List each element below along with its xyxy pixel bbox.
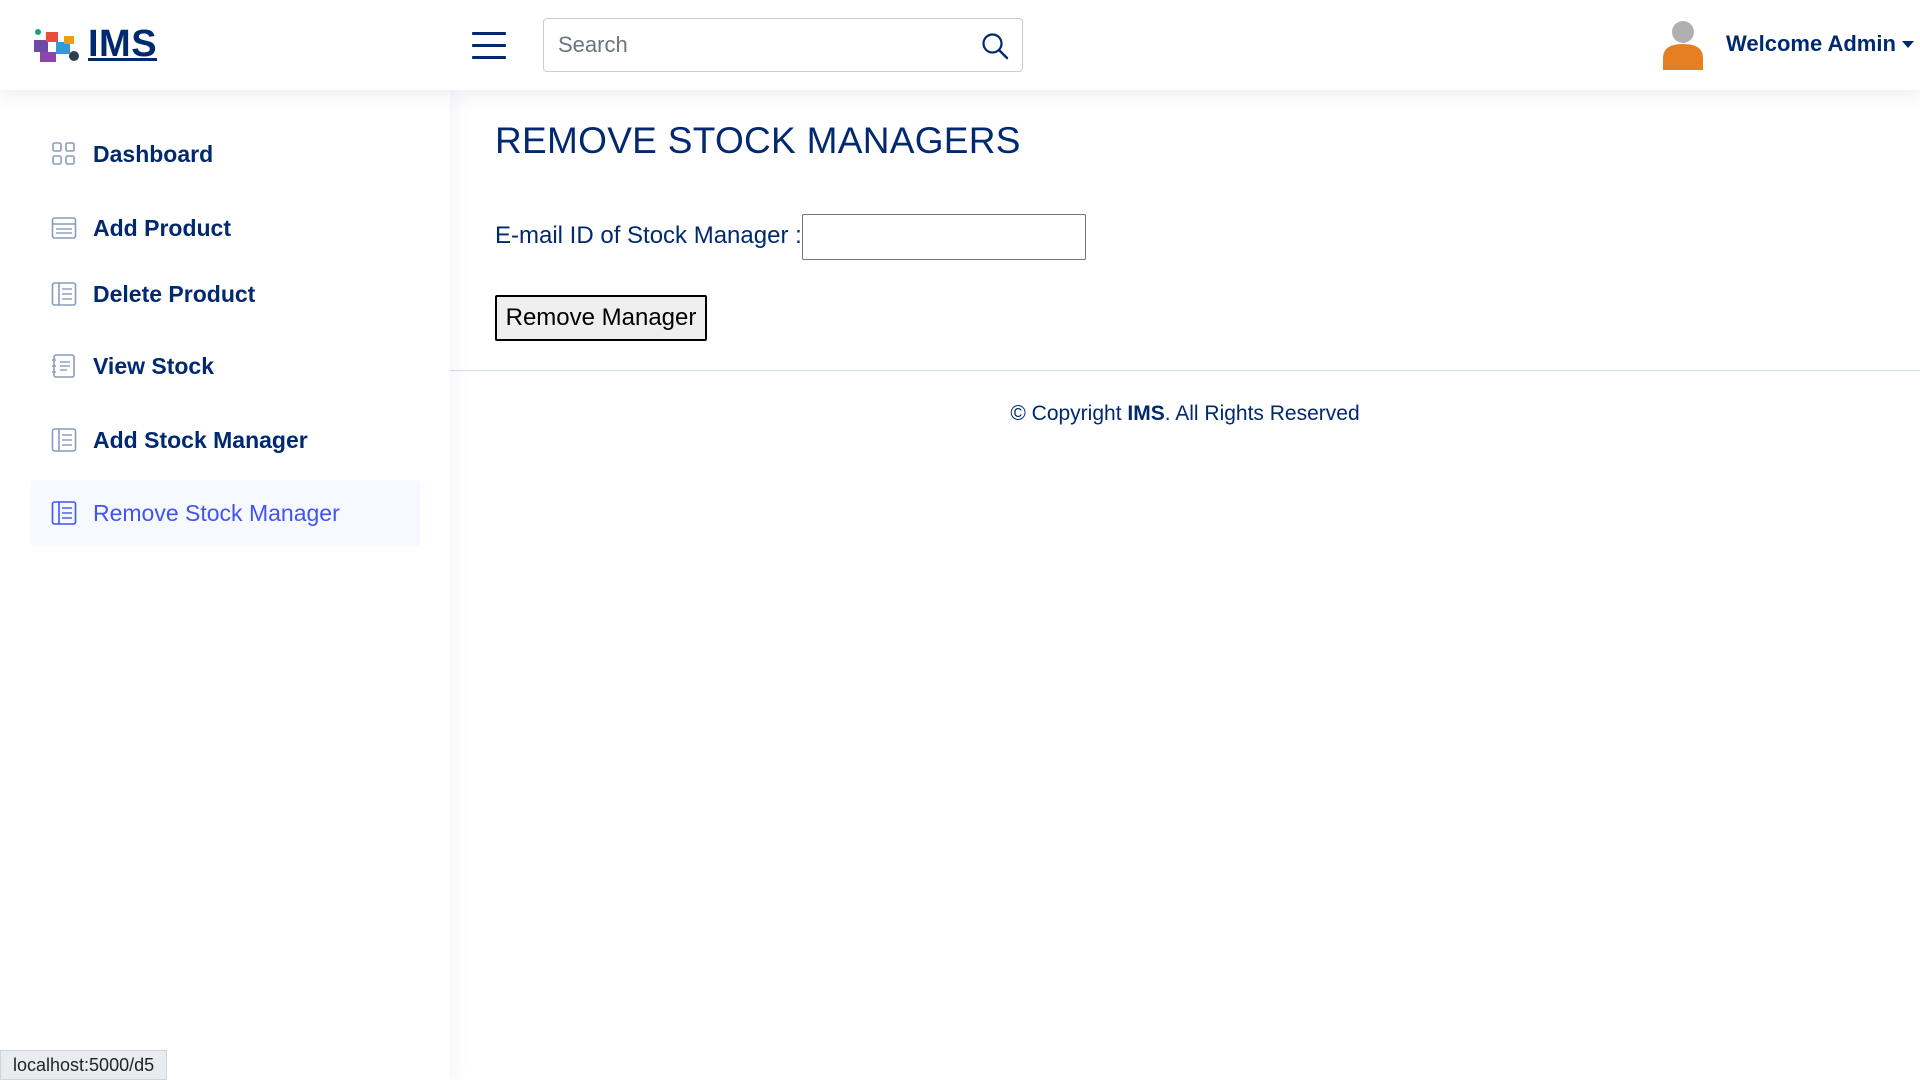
sidebar-item-remove-stock-manager[interactable]: Remove Stock Manager <box>30 480 420 546</box>
layout-text-sidebar-icon <box>51 428 77 452</box>
sidebar-item-add-product[interactable]: Add Product <box>30 195 420 261</box>
sidebar-item-label: Delete Product <box>93 280 256 307</box>
footer-copyright: © Copyright IMS. All Rights Reserved <box>450 402 1920 426</box>
profile-dropdown[interactable]: Welcome Admin <box>1660 18 1914 70</box>
hamburger-icon <box>472 32 506 35</box>
sidebar-item-label: Add Product <box>93 214 231 241</box>
layout-text-sidebar-icon <box>51 501 77 525</box>
avatar-icon <box>1663 21 1703 70</box>
sidebar: Dashboard Add Product Delete Product Vie… <box>0 90 450 1080</box>
sidebar-item-add-stock-manager[interactable]: Add Stock Manager <box>30 407 420 473</box>
footer-divider <box>450 370 1920 371</box>
main-content: REMOVE STOCK MANAGERS E-mail ID of Stock… <box>450 90 1920 1080</box>
sidebar-item-label: Remove Stock Manager <box>93 499 340 526</box>
logo-text: IMS <box>88 22 158 65</box>
grid-icon <box>52 142 75 165</box>
journal-text-icon <box>52 354 75 378</box>
sidebar-item-delete-product[interactable]: Delete Product <box>30 261 420 327</box>
chevron-down-icon <box>1901 40 1914 48</box>
sidebar-item-label: View Stock <box>93 352 215 379</box>
logo-link[interactable]: IMS <box>30 22 157 66</box>
sidebar-item-label: Dashboard <box>93 140 214 167</box>
search-bar <box>543 18 1023 72</box>
logo-icon <box>34 29 79 62</box>
search-input[interactable] <box>544 19 992 71</box>
email-label: E-mail ID of Stock Manager : <box>495 222 802 249</box>
footer-prefix: © Copyright <box>1010 402 1128 425</box>
search-icon <box>982 33 1009 60</box>
sidebar-item-label: Add Stock Manager <box>93 426 308 453</box>
sidebar-item-dashboard[interactable]: Dashboard <box>30 121 420 187</box>
layout-text-window-icon <box>51 217 77 239</box>
layout-text-sidebar-icon <box>51 282 77 306</box>
footer-brand: IMS <box>1127 402 1165 425</box>
header: IMS Welcome Admin <box>0 0 1920 90</box>
status-bar-url: localhost:5000/d5 <box>0 1050 168 1080</box>
sidebar-toggle-button[interactable] <box>472 32 506 60</box>
remove-manager-button[interactable]: Remove Manager <box>495 295 707 341</box>
footer-suffix: . All Rights Reserved <box>1164 402 1360 425</box>
email-field[interactable] <box>802 214 1086 260</box>
welcome-text: Welcome Admin <box>1726 31 1896 56</box>
page-title: REMOVE STOCK MANAGERS <box>495 120 1021 161</box>
search-button[interactable] <box>980 31 1010 61</box>
sidebar-item-view-stock[interactable]: View Stock <box>30 333 420 399</box>
